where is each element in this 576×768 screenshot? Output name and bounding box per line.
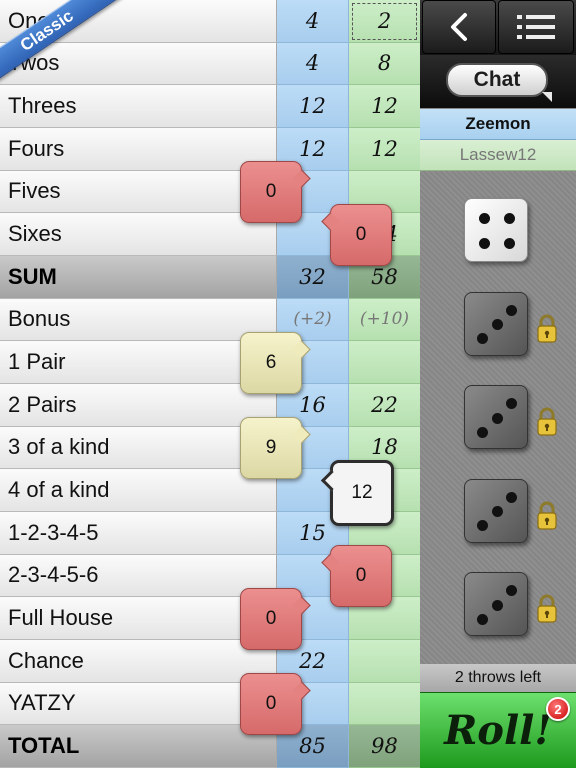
row-label: SUM bbox=[0, 256, 277, 299]
chat-button[interactable]: Chat bbox=[446, 63, 552, 102]
roll-badge: 2 bbox=[546, 697, 570, 721]
score-suggestion-bubble[interactable]: 0 bbox=[240, 161, 302, 223]
die-pip bbox=[505, 585, 517, 597]
chat-bar: Chat bbox=[420, 55, 576, 108]
lock-icon bbox=[537, 314, 557, 343]
row-label: Chance bbox=[0, 640, 277, 683]
row-label: 1-2-3-4-5 bbox=[0, 512, 277, 555]
die-5[interactable] bbox=[464, 572, 528, 636]
list-menu-icon bbox=[517, 15, 555, 39]
row-label: Fives bbox=[0, 170, 277, 214]
row-label: Ones bbox=[0, 0, 277, 43]
die-pip bbox=[491, 599, 503, 611]
chevron-left-icon bbox=[451, 13, 467, 41]
score-row: Bonus (+2) (+10) bbox=[0, 298, 420, 342]
row-label: Bonus bbox=[0, 298, 277, 342]
player2-score-cell[interactable]: 98 bbox=[349, 725, 420, 768]
player2-name: Lassew12 bbox=[420, 140, 576, 171]
player2-score-cell[interactable] bbox=[349, 682, 420, 726]
player1-score-cell[interactable]: 12 bbox=[277, 85, 349, 128]
row-label: 1 Pair bbox=[0, 341, 277, 384]
score-suggestion-bubble[interactable]: 6 bbox=[240, 331, 302, 394]
die-pip bbox=[478, 212, 490, 224]
die-pip bbox=[477, 426, 489, 438]
roll-label: Roll! bbox=[444, 707, 552, 754]
die-pip bbox=[478, 238, 490, 250]
score-row: 1 Pair bbox=[0, 341, 420, 384]
score-row: Twos 4 8 bbox=[0, 42, 420, 86]
die-3[interactable] bbox=[464, 385, 528, 449]
die-pip bbox=[477, 613, 489, 625]
row-label: Sixes bbox=[0, 213, 277, 256]
score-row: TOTAL 85 98 bbox=[0, 725, 420, 768]
row-label: Full House bbox=[0, 597, 277, 640]
player2-score-cell[interactable]: 2 bbox=[349, 0, 420, 43]
die-4[interactable] bbox=[464, 478, 528, 543]
throws-left: 2 throws left bbox=[420, 664, 576, 692]
die-pip bbox=[491, 319, 503, 330]
dice-area bbox=[420, 171, 576, 664]
die-2[interactable] bbox=[464, 291, 528, 356]
die-pip bbox=[504, 212, 516, 224]
die-pip bbox=[491, 506, 503, 517]
row-label: Fours bbox=[0, 128, 277, 171]
row-label: 2-3-4-5-6 bbox=[0, 554, 277, 598]
score-row: YATZY bbox=[0, 682, 420, 726]
score-suggestion-bubble[interactable]: 0 bbox=[240, 587, 302, 650]
player1-name: Zeemon bbox=[420, 109, 576, 140]
player2-score-cell[interactable]: (+10) bbox=[349, 298, 420, 342]
score-suggestion-bubble[interactable]: 0 bbox=[330, 203, 392, 266]
row-label: Threes bbox=[0, 85, 277, 128]
row-label: Twos bbox=[0, 42, 277, 86]
die-pip bbox=[477, 520, 489, 532]
row-label: YATZY bbox=[0, 682, 277, 726]
player1-score-cell[interactable]: 4 bbox=[277, 0, 349, 43]
die-pip bbox=[505, 398, 517, 410]
die-pip bbox=[505, 304, 517, 316]
score-sheet: Ones 4 2 Twos 4 8 Threes 12 12 Fours 12 12 Fives Sixe… bbox=[0, 0, 420, 768]
row-label: 2 Pairs bbox=[0, 384, 277, 427]
score-row: Chance 22 bbox=[0, 640, 420, 683]
player2-score-cell[interactable] bbox=[349, 640, 420, 683]
die-1[interactable] bbox=[464, 198, 528, 262]
lock-icon bbox=[537, 501, 557, 530]
player2-score-cell[interactable]: 12 bbox=[349, 128, 420, 171]
menu-button[interactable] bbox=[498, 0, 574, 54]
score-row: 2 Pairs 16 22 bbox=[0, 384, 420, 427]
player2-score-cell[interactable]: 22 bbox=[349, 384, 420, 427]
score-suggestion-bubble[interactable]: 0 bbox=[240, 673, 302, 735]
row-label: 3 of a kind bbox=[0, 426, 277, 470]
score-suggestion-bubble[interactable]: 12 bbox=[330, 459, 394, 526]
score-suggestion-bubble[interactable]: 0 bbox=[330, 545, 392, 607]
roll-button[interactable]: Roll! 2 bbox=[420, 692, 576, 768]
score-suggestion-bubble[interactable]: 9 bbox=[240, 417, 302, 479]
score-row: Threes 12 12 bbox=[0, 85, 420, 128]
back-button[interactable] bbox=[422, 0, 496, 54]
player2-score-cell[interactable] bbox=[349, 341, 420, 384]
row-label: TOTAL bbox=[0, 725, 277, 768]
player2-score-cell[interactable]: 12 bbox=[349, 85, 420, 128]
die-pip bbox=[491, 412, 503, 424]
lock-icon bbox=[537, 407, 557, 436]
top-toolbar bbox=[420, 0, 576, 55]
player1-score-cell[interactable]: 4 bbox=[277, 42, 349, 86]
row-label: 4 of a kind bbox=[0, 469, 277, 512]
player2-score-cell[interactable]: 8 bbox=[349, 42, 420, 86]
die-pip bbox=[504, 238, 516, 250]
lock-icon bbox=[537, 594, 557, 623]
side-panel: Chat Zeemon Lassew12 2 throws left Roll!… bbox=[420, 0, 576, 768]
die-pip bbox=[505, 491, 517, 503]
score-row: Fours 12 12 bbox=[0, 128, 420, 171]
die-pip bbox=[477, 333, 489, 345]
score-row: Ones 4 2 bbox=[0, 0, 420, 43]
